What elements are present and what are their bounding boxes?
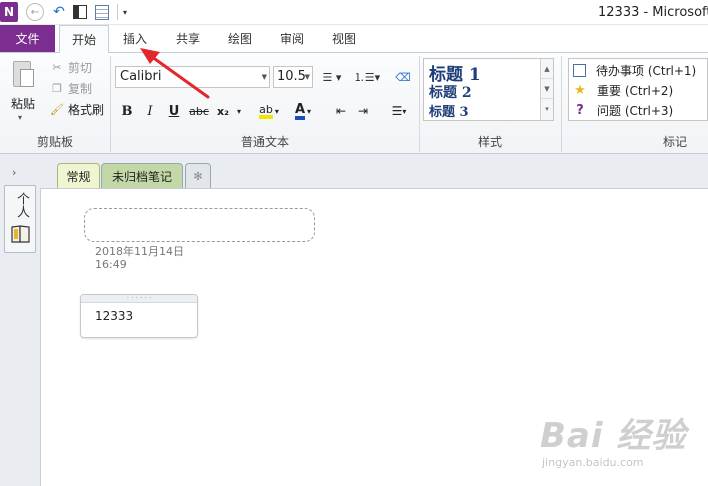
clear-formatting-button[interactable]: ⌫ <box>393 66 413 88</box>
align-left-icon: ☰ <box>391 104 403 118</box>
highlight-button[interactable]: ab ▾ <box>256 100 282 122</box>
bullet-list-icon: ☰ ▾ <box>322 70 342 84</box>
tags-group-label: 标记 <box>662 135 687 149</box>
full-page-icon <box>95 4 109 20</box>
tab-draw[interactable]: 绘图 <box>218 25 262 52</box>
subscript-dropdown-icon[interactable]: ▾ <box>234 100 244 122</box>
chevron-down-icon: ▼ <box>304 73 310 81</box>
ribbon: 粘贴 ▾ ✂ 剪切 ❐ 复制 🖌 格式刷 剪贴板 Calibri ▼ 10.5 ▼ ☰ ▾… <box>0 52 708 154</box>
tags-gallery[interactable]: 待办事项 (Ctrl+1) ★ 重要 (Ctrl+2) ? 问题 (Ctrl+3… <box>568 58 708 121</box>
section-tab-normal[interactable]: 常规 <box>57 163 100 188</box>
brush-icon: 🖌 <box>50 102 64 116</box>
decrease-indent-button[interactable]: ⇤ <box>332 100 350 122</box>
tag-todo[interactable]: 待办事项 (Ctrl+1) <box>573 60 696 80</box>
cut-button[interactable]: ✂ 剪切 <box>50 58 92 76</box>
clear-format-icon: ⌫ <box>395 70 411 84</box>
chevron-down-icon: ▼ <box>261 73 267 81</box>
italic-button[interactable]: I <box>142 100 158 122</box>
styles-gallery[interactable]: 标题 1 标题 2 标题 3 ▲ ▼ ▾ <box>423 58 554 121</box>
new-section-icon: ✻ <box>193 169 203 183</box>
page-date: 2018年11月14日 <box>95 245 184 258</box>
full-page-view-button[interactable] <box>94 3 110 21</box>
page-title-input[interactable] <box>84 208 315 242</box>
underline-button[interactable]: U <box>166 100 182 122</box>
section-tab-unfiled[interactable]: 未归档笔记 <box>101 163 183 188</box>
style-heading3[interactable]: 标题 3 <box>429 101 469 120</box>
notebook-name[interactable]: 个人 <box>9 192 31 218</box>
back-icon: ← <box>30 6 40 18</box>
new-section-tab[interactable]: ✻ <box>185 163 211 188</box>
copy-icon: ❐ <box>52 81 62 95</box>
checkbox-icon <box>573 63 586 77</box>
scroll-up-icon[interactable]: ▲ <box>541 59 553 79</box>
numbering-button[interactable]: ⒈☰▾ <box>352 66 382 88</box>
gallery-scroller[interactable]: ▲ ▼ ▾ <box>540 59 553 120</box>
ribbon-tab-row: 文件 开始 插入 共享 绘图 审阅 视图 <box>0 25 708 53</box>
star-icon: ★ <box>574 82 586 98</box>
strikethrough-button[interactable]: abc <box>188 100 210 122</box>
dock-icon <box>73 5 87 19</box>
tab-home[interactable]: 开始 <box>59 25 109 53</box>
scissors-icon: ✂ <box>52 60 62 74</box>
gallery-more-icon[interactable]: ▾ <box>541 99 553 119</box>
tab-share[interactable]: 共享 <box>166 25 210 52</box>
style-heading2[interactable]: 标题 2 <box>429 82 472 102</box>
note-container[interactable]: · · · · · · 12333 <box>80 294 198 338</box>
bullets-button[interactable]: ☰ ▾ <box>318 66 346 88</box>
tab-insert[interactable]: 插入 <box>113 25 157 52</box>
window-title: 12333 - Microsoft <box>598 5 708 20</box>
styles-group-label: 样式 <box>477 135 502 149</box>
font-name-combo[interactable]: Calibri ▼ <box>115 66 270 88</box>
clipboard-group-label: 剪贴板 <box>36 135 73 149</box>
tag-important[interactable]: ★ 重要 (Ctrl+2) <box>573 80 673 100</box>
indent-icon: ⇥ <box>357 104 369 118</box>
bold-button[interactable]: B <box>119 100 135 122</box>
font-color-button[interactable]: A ▾ <box>290 100 316 122</box>
qat-separator <box>117 4 118 20</box>
dock-to-desktop-button[interactable] <box>72 3 88 21</box>
paste-dropdown-icon[interactable]: ▾ <box>18 113 22 122</box>
highlighter-icon: ab <box>259 104 273 119</box>
font-size-combo[interactable]: 10.5 ▼ <box>273 66 313 88</box>
group-separator <box>561 56 562 152</box>
tab-view[interactable]: 视图 <box>322 25 366 52</box>
baidu-watermark: Bai 经验 jingyan.baidu.com <box>540 408 700 478</box>
watermark-url: jingyan.baidu.com <box>542 456 644 469</box>
basic-text-group-label: 普通文本 <box>240 135 289 149</box>
note-text[interactable]: 12333 <box>95 309 133 323</box>
page-time: 16:49 <box>95 258 127 271</box>
format-painter-button[interactable]: 🖌 格式刷 <box>50 100 104 118</box>
paste-icon[interactable] <box>11 59 35 91</box>
subscript-button[interactable]: x₂ <box>213 100 233 122</box>
expand-navigation-icon[interactable]: › <box>12 166 16 179</box>
customize-qat-button[interactable]: ▾ <box>120 3 130 21</box>
notebook-icon[interactable] <box>10 224 32 244</box>
question-icon: ? <box>576 102 584 118</box>
scroll-down-icon[interactable]: ▼ <box>541 79 553 99</box>
font-color-icon: A <box>294 103 306 120</box>
note-container-handle[interactable]: · · · · · · <box>81 295 197 303</box>
outdent-icon: ⇤ <box>335 104 347 118</box>
copy-button[interactable]: ❐ 复制 <box>50 79 92 97</box>
onenote-app-icon[interactable]: N <box>0 2 18 22</box>
tab-file[interactable]: 文件 <box>0 25 55 52</box>
tag-question[interactable]: ? 问题 (Ctrl+3) <box>573 100 673 120</box>
align-button[interactable]: ☰ ▾ <box>386 100 412 122</box>
back-button[interactable]: ← <box>26 3 44 21</box>
paste-button[interactable]: 粘贴 <box>11 95 35 112</box>
increase-indent-button[interactable]: ⇥ <box>354 100 372 122</box>
watermark-logo-text: Bai 经验 <box>540 416 687 456</box>
tab-review[interactable]: 审阅 <box>270 25 314 52</box>
undo-icon: ↶ <box>53 4 65 20</box>
undo-button[interactable]: ↶ <box>50 3 68 21</box>
numbered-list-icon: ⒈☰▾ <box>353 71 381 84</box>
